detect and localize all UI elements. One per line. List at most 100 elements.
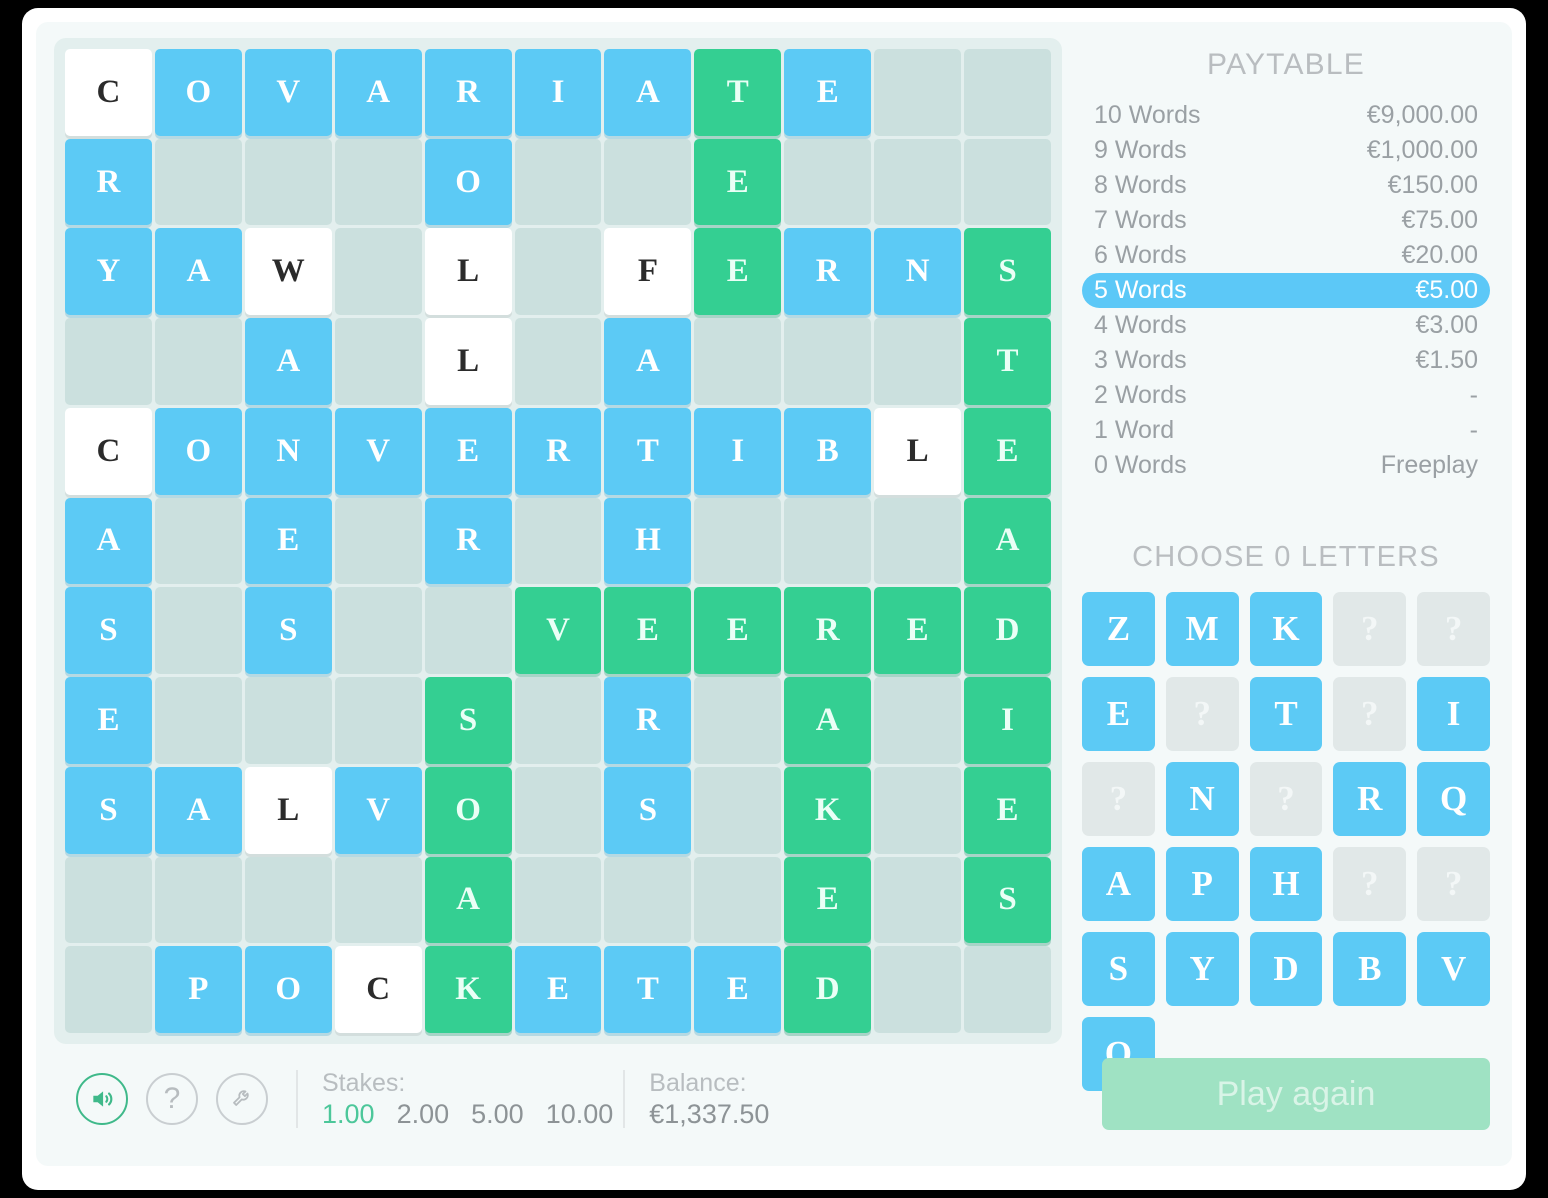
stake-option[interactable]: 5.00 bbox=[471, 1099, 524, 1130]
board-tile[interactable]: A bbox=[964, 497, 1051, 585]
board-tile[interactable]: A bbox=[784, 677, 872, 764]
board-tile[interactable]: E bbox=[784, 856, 872, 944]
board-tile[interactable]: V bbox=[334, 766, 422, 854]
letter-tile-unknown[interactable]: ? bbox=[1333, 592, 1407, 666]
board-tile[interactable]: D bbox=[784, 946, 872, 1033]
letter-tile[interactable]: B bbox=[1333, 932, 1407, 1006]
board-tile[interactable]: Y bbox=[65, 228, 152, 316]
stake-option[interactable]: 1.00 bbox=[322, 1099, 375, 1130]
board-tile[interactable]: L bbox=[244, 766, 332, 854]
board-tile[interactable]: W bbox=[244, 228, 332, 316]
letter-tile-unknown[interactable]: ? bbox=[1082, 762, 1155, 836]
board-tile[interactable]: T bbox=[604, 407, 692, 495]
board-tile[interactable]: C bbox=[65, 49, 152, 136]
stake-option[interactable]: 2.00 bbox=[397, 1099, 450, 1130]
letter-grid-board[interactable]: COVARIATEROEYAWLFERNSALATCONVERTIBLEAERH… bbox=[65, 49, 1051, 1033]
letter-tile[interactable]: S bbox=[1082, 932, 1155, 1006]
board-tile[interactable]: V bbox=[514, 587, 602, 675]
board-tile[interactable]: B bbox=[784, 407, 872, 495]
letter-tile[interactable]: I bbox=[1417, 677, 1490, 751]
board-tile[interactable]: A bbox=[604, 49, 692, 136]
board-tile[interactable]: E bbox=[874, 587, 962, 675]
board-tile[interactable]: C bbox=[334, 946, 422, 1033]
board-tile[interactable]: S bbox=[244, 587, 332, 675]
letter-tile[interactable]: P bbox=[1165, 847, 1239, 921]
letter-tile-unknown[interactable]: ? bbox=[1417, 847, 1490, 921]
board-tile[interactable]: E bbox=[964, 766, 1051, 854]
board-tile[interactable]: E bbox=[244, 497, 332, 585]
board-tile[interactable]: S bbox=[964, 228, 1051, 316]
board-tile[interactable]: A bbox=[154, 766, 242, 854]
board-tile[interactable]: I bbox=[964, 677, 1051, 764]
board-tile[interactable]: R bbox=[424, 497, 512, 585]
help-icon[interactable]: ? bbox=[146, 1073, 198, 1126]
board-tile[interactable]: T bbox=[694, 49, 782, 136]
board-tile[interactable]: T bbox=[964, 318, 1051, 405]
board-tile[interactable]: H bbox=[604, 497, 692, 585]
board-tile[interactable]: E bbox=[964, 407, 1051, 495]
board-tile[interactable]: L bbox=[874, 407, 962, 495]
letter-tile-unknown[interactable]: ? bbox=[1249, 762, 1323, 836]
board-tile[interactable]: E bbox=[604, 587, 692, 675]
board-tile[interactable]: R bbox=[604, 677, 692, 764]
board-tile[interactable]: S bbox=[424, 677, 512, 764]
letter-tile[interactable]: Z bbox=[1082, 592, 1155, 666]
settings-wrench-icon[interactable] bbox=[216, 1073, 268, 1126]
board-tile[interactable]: A bbox=[604, 318, 692, 405]
letter-tile-unknown[interactable]: ? bbox=[1333, 677, 1407, 751]
board-tile[interactable]: V bbox=[244, 49, 332, 136]
board-tile[interactable]: L bbox=[424, 228, 512, 316]
board-tile[interactable]: E bbox=[694, 228, 782, 316]
board-tile[interactable]: S bbox=[65, 766, 152, 854]
board-tile[interactable]: R bbox=[784, 587, 872, 675]
letter-chooser[interactable]: Z M K?? E? T? I? N? R Q A P H?? S Y D B V O bbox=[1078, 592, 1494, 1091]
board-tile[interactable]: R bbox=[784, 228, 872, 316]
board-tile[interactable]: E bbox=[65, 677, 152, 764]
sound-icon[interactable] bbox=[76, 1073, 128, 1126]
board-tile[interactable]: O bbox=[424, 766, 512, 854]
stake-option[interactable]: 10.00 bbox=[546, 1099, 614, 1130]
letter-tile[interactable]: R bbox=[1333, 762, 1407, 836]
board-tile[interactable]: C bbox=[65, 407, 152, 495]
board-tile[interactable]: F bbox=[604, 228, 692, 316]
letter-tile[interactable]: T bbox=[1249, 677, 1323, 751]
board-tile[interactable]: I bbox=[694, 407, 782, 495]
board-tile[interactable]: R bbox=[65, 138, 152, 226]
letter-tile-unknown[interactable]: ? bbox=[1333, 847, 1407, 921]
board-tile[interactable]: E bbox=[694, 138, 782, 226]
letter-tile[interactable]: M bbox=[1165, 592, 1239, 666]
letter-tile[interactable]: N bbox=[1165, 762, 1239, 836]
letter-tile-unknown[interactable]: ? bbox=[1165, 677, 1239, 751]
board-tile[interactable]: K bbox=[784, 766, 872, 854]
board-tile[interactable]: A bbox=[65, 497, 152, 585]
board-tile[interactable]: I bbox=[514, 49, 602, 136]
board-tile[interactable]: V bbox=[334, 407, 422, 495]
letter-tile-unknown[interactable]: ? bbox=[1417, 592, 1490, 666]
board-tile[interactable]: E bbox=[514, 946, 602, 1033]
letter-tile[interactable]: E bbox=[1082, 677, 1155, 751]
board-tile[interactable]: A bbox=[424, 856, 512, 944]
board-tile[interactable]: E bbox=[694, 587, 782, 675]
board-tile[interactable]: E bbox=[784, 49, 872, 136]
letter-tile[interactable]: Y bbox=[1165, 932, 1239, 1006]
board-tile[interactable]: N bbox=[874, 228, 962, 316]
play-again-button[interactable]: Play again bbox=[1102, 1058, 1490, 1130]
board-tile[interactable]: K bbox=[424, 946, 512, 1033]
board-tile[interactable]: L bbox=[424, 318, 512, 405]
letter-tile[interactable]: K bbox=[1249, 592, 1323, 666]
board-tile[interactable]: E bbox=[424, 407, 512, 495]
letter-tile[interactable]: A bbox=[1082, 847, 1155, 921]
board-tile[interactable]: P bbox=[154, 946, 242, 1033]
stakes-options[interactable]: 1.00 2.00 5.00 10.00 bbox=[322, 1099, 613, 1130]
letter-tile[interactable]: H bbox=[1249, 847, 1323, 921]
board-tile[interactable]: R bbox=[424, 49, 512, 136]
board-tile[interactable]: O bbox=[154, 49, 242, 136]
board-tile[interactable]: A bbox=[154, 228, 242, 316]
letter-tile[interactable]: V bbox=[1417, 932, 1490, 1006]
board-tile[interactable]: O bbox=[424, 138, 512, 226]
letter-tile[interactable]: D bbox=[1249, 932, 1323, 1006]
board-tile[interactable]: A bbox=[244, 318, 332, 405]
letter-tile[interactable]: Q bbox=[1417, 762, 1490, 836]
board-tile[interactable]: S bbox=[65, 587, 152, 675]
board-tile[interactable]: O bbox=[154, 407, 242, 495]
